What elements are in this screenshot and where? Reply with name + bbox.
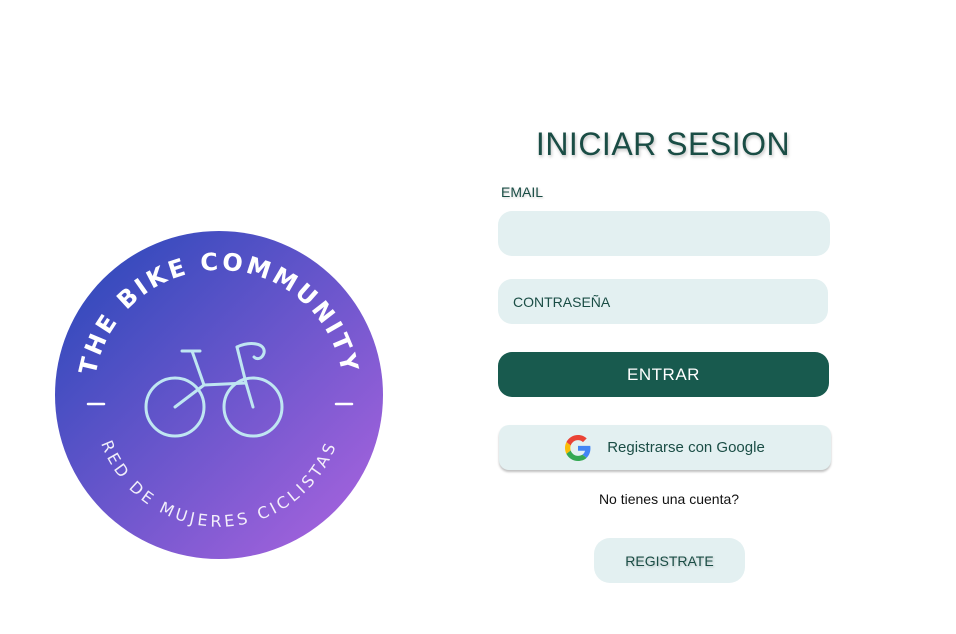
google-signup-button[interactable]: Registrarse con Google [499, 425, 831, 470]
page-title: INICIAR SESION [535, 126, 791, 162]
google-signup-label: Registrarse con Google [607, 439, 765, 456]
enter-button[interactable]: ENTRAR [498, 352, 829, 397]
password-field[interactable] [498, 279, 828, 324]
email-label: EMAIL [501, 184, 544, 200]
google-icon [565, 434, 591, 461]
register-button[interactable]: REGISTRATE [594, 538, 745, 583]
no-account-text: No tienes una cuenta? [598, 491, 740, 507]
login-form: INICIAR SESION EMAIL ENTRAR Registrarse … [0, 0, 956, 634]
email-field[interactable] [498, 211, 830, 256]
